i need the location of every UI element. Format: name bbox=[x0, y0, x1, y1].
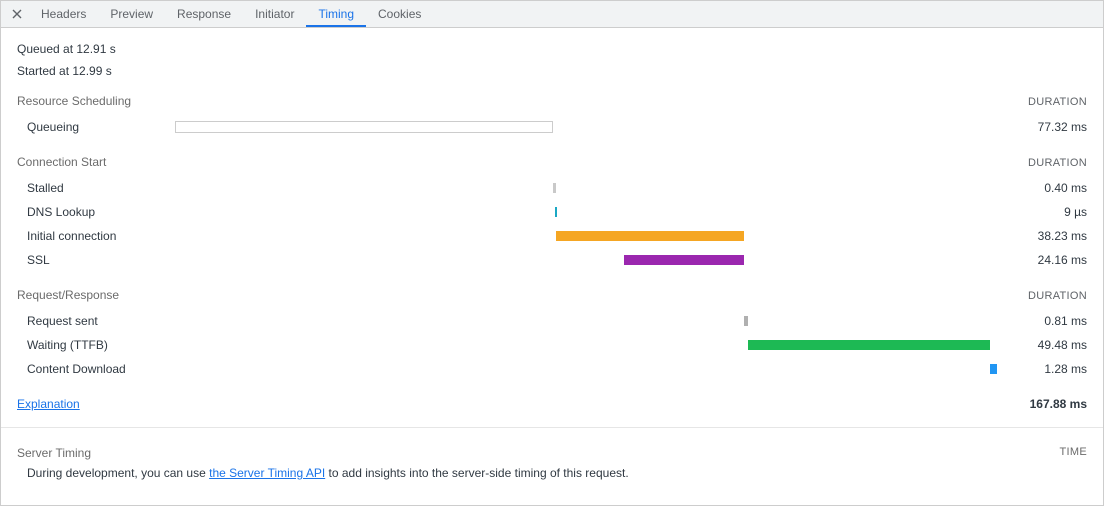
timing-row: DNS Lookup 9 µs bbox=[17, 200, 1087, 224]
bar-area bbox=[175, 363, 997, 375]
section-title: Request/Response bbox=[17, 288, 119, 302]
connection-start-section: Connection Start DURATION Stalled 0.40 ms DN… bbox=[17, 155, 1087, 272]
timing-bar bbox=[553, 183, 555, 193]
row-label: Content Download bbox=[27, 362, 175, 376]
timing-row: SSL 24.16 ms bbox=[17, 248, 1087, 272]
row-value: 1.28 ms bbox=[997, 362, 1087, 376]
server-timing-title: Server Timing bbox=[17, 446, 91, 460]
timing-bar bbox=[555, 207, 557, 217]
duration-header: DURATION bbox=[1028, 96, 1087, 108]
row-label: Stalled bbox=[27, 181, 175, 195]
bar-area bbox=[175, 230, 997, 242]
bar-area bbox=[175, 206, 997, 218]
tab-cookies[interactable]: Cookies bbox=[366, 1, 433, 27]
timing-bar bbox=[624, 255, 744, 265]
server-timing-prefix: During development, you can use bbox=[27, 466, 209, 480]
bar-area bbox=[175, 315, 997, 327]
row-value: 49.48 ms bbox=[997, 338, 1087, 352]
started-at: Started at 12.99 s bbox=[17, 64, 1087, 78]
timing-row: Queueing 77.32 ms bbox=[17, 115, 1087, 139]
timing-content: Queued at 12.91 s Started at 12.99 s Res… bbox=[1, 28, 1103, 505]
explanation-link[interactable]: Explanation bbox=[17, 397, 80, 411]
server-timing-body: During development, you can use the Serv… bbox=[17, 466, 1087, 480]
server-timing-suffix: to add insights into the server-side tim… bbox=[325, 466, 629, 480]
duration-header: DURATION bbox=[1028, 157, 1087, 169]
section-title: Connection Start bbox=[17, 155, 106, 169]
row-value: 0.40 ms bbox=[997, 181, 1087, 195]
time-header: TIME bbox=[1060, 446, 1087, 460]
queued-at: Queued at 12.91 s bbox=[17, 42, 1087, 56]
timing-bar bbox=[748, 340, 990, 350]
timing-row: Waiting (TTFB) 49.48 ms bbox=[17, 333, 1087, 357]
tab-response[interactable]: Response bbox=[165, 1, 243, 27]
bar-area bbox=[175, 121, 997, 133]
row-value: 9 µs bbox=[997, 205, 1087, 219]
network-timing-panel: HeadersPreviewResponseInitiatorTimingCoo… bbox=[0, 0, 1104, 506]
row-label: DNS Lookup bbox=[27, 205, 175, 219]
timing-bar bbox=[556, 231, 743, 241]
row-label: Waiting (TTFB) bbox=[27, 338, 175, 352]
row-label: SSL bbox=[27, 253, 175, 267]
row-label: Queueing bbox=[27, 120, 175, 134]
row-label: Initial connection bbox=[27, 229, 175, 243]
row-value: 77.32 ms bbox=[997, 120, 1087, 134]
server-timing-api-link[interactable]: the Server Timing API bbox=[209, 466, 325, 480]
server-timing-section: Server Timing TIME During development, y… bbox=[17, 446, 1087, 480]
close-icon[interactable] bbox=[9, 6, 25, 22]
timing-bar bbox=[744, 316, 748, 326]
bar-area bbox=[175, 339, 997, 351]
timing-footer: Explanation 167.88 ms bbox=[17, 397, 1087, 411]
timing-row: Initial connection 38.23 ms bbox=[17, 224, 1087, 248]
tab-preview[interactable]: Preview bbox=[98, 1, 165, 27]
timing-row: Request sent 0.81 ms bbox=[17, 309, 1087, 333]
row-value: 38.23 ms bbox=[997, 229, 1087, 243]
total-duration: 167.88 ms bbox=[1030, 397, 1087, 411]
duration-header: DURATION bbox=[1028, 290, 1087, 302]
tab-headers[interactable]: Headers bbox=[29, 1, 98, 27]
timing-bar bbox=[175, 121, 553, 133]
bar-area bbox=[175, 254, 997, 266]
divider bbox=[1, 427, 1103, 428]
bar-area bbox=[175, 182, 997, 194]
row-value: 24.16 ms bbox=[997, 253, 1087, 267]
tab-bar: HeadersPreviewResponseInitiatorTimingCoo… bbox=[1, 1, 1103, 28]
timing-row: Stalled 0.40 ms bbox=[17, 176, 1087, 200]
tab-timing[interactable]: Timing bbox=[306, 1, 366, 27]
resource-scheduling-section: Resource Scheduling DURATION Queueing 77.32… bbox=[17, 94, 1087, 139]
row-value: 0.81 ms bbox=[997, 314, 1087, 328]
timing-bar bbox=[990, 364, 997, 374]
request-response-section: Request/Response DURATION Request sent 0.81… bbox=[17, 288, 1087, 381]
tab-initiator[interactable]: Initiator bbox=[243, 1, 306, 27]
row-label: Request sent bbox=[27, 314, 175, 328]
section-title: Resource Scheduling bbox=[17, 94, 131, 108]
timing-row: Content Download 1.28 ms bbox=[17, 357, 1087, 381]
